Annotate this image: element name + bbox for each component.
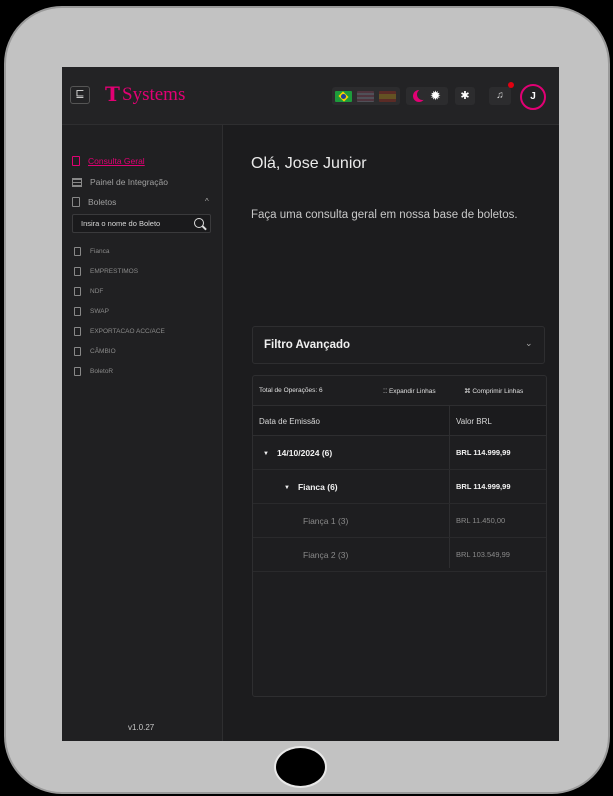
collapse-label: Comprimir Linhas <box>472 388 524 395</box>
document-icon <box>72 156 80 166</box>
table-row[interactable]: Fiança 1 (3) BRL 11.450,00 <box>253 505 546 538</box>
document-icon <box>74 267 81 276</box>
filter-title: Filtro Avançado <box>264 339 351 351</box>
moon-icon <box>413 89 428 102</box>
boleto-label: Fianca <box>90 248 110 255</box>
boleto-label: BoletoR <box>90 368 114 375</box>
home-button[interactable] <box>274 746 327 788</box>
document-icon <box>74 347 81 356</box>
row-label: ▼ Fianca (6) <box>284 482 338 492</box>
boleto-label: CÂMBIO <box>90 348 116 355</box>
logo-text: Systems <box>122 84 186 105</box>
row-value: BRL 114.999,99 <box>456 482 511 491</box>
greeting-title: Olá, Jose Junior <box>251 155 367 172</box>
top-bar: ⊑ T Systems ✹ ✱ ♫ J <box>62 67 559 125</box>
app-version: v1.0.27 <box>128 723 155 732</box>
boleto-item[interactable]: BoletoR <box>74 367 113 376</box>
boleto-label: EMPRESTIMOS <box>90 268 139 275</box>
document-icon <box>74 307 81 316</box>
operations-table: Total de Operações: 6 ⁚⁚ Expandir Linhas… <box>252 375 547 697</box>
row-value: BRL 11.450,00 <box>456 516 506 525</box>
brazil-flag-icon[interactable] <box>335 90 352 102</box>
avatar[interactable]: J <box>520 84 546 110</box>
expand-label: Expandir Linhas <box>388 388 436 395</box>
search-placeholder: Insira o nome do Boleto <box>81 219 161 228</box>
spain-flag-icon[interactable] <box>379 90 396 102</box>
boleto-item[interactable]: SWAP <box>74 307 109 316</box>
advanced-filter-accordion[interactable]: Filtro Avançado ⌄ <box>252 326 545 364</box>
table-row[interactable]: ▼ Fianca (6) BRL 114.999,99 <box>253 471 546 504</box>
boleto-item[interactable]: Fianca <box>74 247 110 256</box>
sidebar-item-label: Painel de Integração <box>90 177 168 187</box>
theme-toggle[interactable]: ✹ <box>406 87 448 105</box>
sidebar-item-label: Boletos <box>88 197 117 207</box>
caret-down-icon[interactable]: ▼ <box>284 485 290 491</box>
row-value: BRL 114.999,99 <box>456 448 511 457</box>
search-icon[interactable] <box>194 218 204 228</box>
document-icon <box>74 367 81 376</box>
document-icon <box>74 287 81 296</box>
tablet-frame: ⊑ T Systems ✹ ✱ ♫ J Consulta Geral Paine… <box>0 0 613 796</box>
boleto-label: NDF <box>90 288 104 295</box>
boleto-label: SWAP <box>90 308 109 315</box>
boleto-item[interactable]: EMPRESTIMOS <box>74 267 138 276</box>
bell-icon[interactable]: ♫ <box>489 87 511 105</box>
total-operations: Total de Operações: 6 <box>259 387 323 394</box>
row-label: Fiança 1 (3) <box>303 516 349 526</box>
sidebar: Consulta Geral Painel de Integração Bole… <box>62 125 223 741</box>
table-header: Data de Emissão Valor BRL <box>253 406 546 436</box>
collapse-rows-button[interactable]: ⌘ Comprimir Linhas <box>464 387 523 395</box>
document-icon <box>74 247 81 256</box>
expand-rows-button[interactable]: ⁚⁚ Expandir Linhas <box>383 387 436 395</box>
logo-mark: T <box>105 82 120 106</box>
table-row[interactable]: Fiança 2 (3) BRL 103.549,99 <box>253 539 546 572</box>
sidebar-item-consulta-geral[interactable]: Consulta Geral <box>72 156 145 166</box>
row-label: Fiança 2 (3) <box>303 550 349 560</box>
document-icon <box>74 327 81 336</box>
table-toolbar: Total de Operações: 6 ⁚⁚ Expandir Linhas… <box>253 376 546 406</box>
row-value: BRL 103.549,99 <box>456 550 510 559</box>
document-icon <box>72 197 80 207</box>
table-row[interactable]: ▼ 14/10/2024 (6) BRL 114.999,99 <box>253 437 546 470</box>
main-content: Olá, Jose Junior Faça uma consulta geral… <box>223 125 559 741</box>
sidebar-item-painel-integracao[interactable]: Painel de Integração <box>72 177 168 187</box>
boleto-item[interactable]: EXPORTACAO ACC/ACE <box>74 327 165 336</box>
language-selector <box>332 87 400 105</box>
column-header-value[interactable]: Valor BRL <box>456 417 492 426</box>
notification-badge <box>508 82 514 88</box>
boleto-item[interactable]: NDF <box>74 287 103 296</box>
usa-flag-icon[interactable] <box>357 90 374 102</box>
sun-icon: ✹ <box>430 88 441 103</box>
sidebar-item-label: Consulta Geral <box>88 156 145 166</box>
boleto-label: EXPORTACAO ACC/ACE <box>90 328 165 335</box>
collapse-menu-icon[interactable]: ⊑ <box>70 86 90 104</box>
panel-icon <box>72 177 82 187</box>
chevron-down-icon: ⌄ <box>525 338 533 348</box>
boleto-item[interactable]: CÂMBIO <box>74 347 116 356</box>
gear-icon[interactable]: ✱ <box>455 87 475 105</box>
chevron-up-icon[interactable]: ^ <box>205 197 209 206</box>
sidebar-item-boletos[interactable]: Boletos <box>72 197 116 207</box>
intro-text: Faça uma consulta geral em nossa base de… <box>251 209 518 221</box>
column-header-date[interactable]: Data de Emissão <box>259 417 320 426</box>
boleto-search-input[interactable]: Insira o nome do Boleto <box>72 214 211 233</box>
caret-down-icon[interactable]: ▼ <box>263 451 269 457</box>
app-screen: ⊑ T Systems ✹ ✱ ♫ J Consulta Geral Paine… <box>62 67 559 741</box>
row-label: ▼ 14/10/2024 (6) <box>263 448 333 458</box>
